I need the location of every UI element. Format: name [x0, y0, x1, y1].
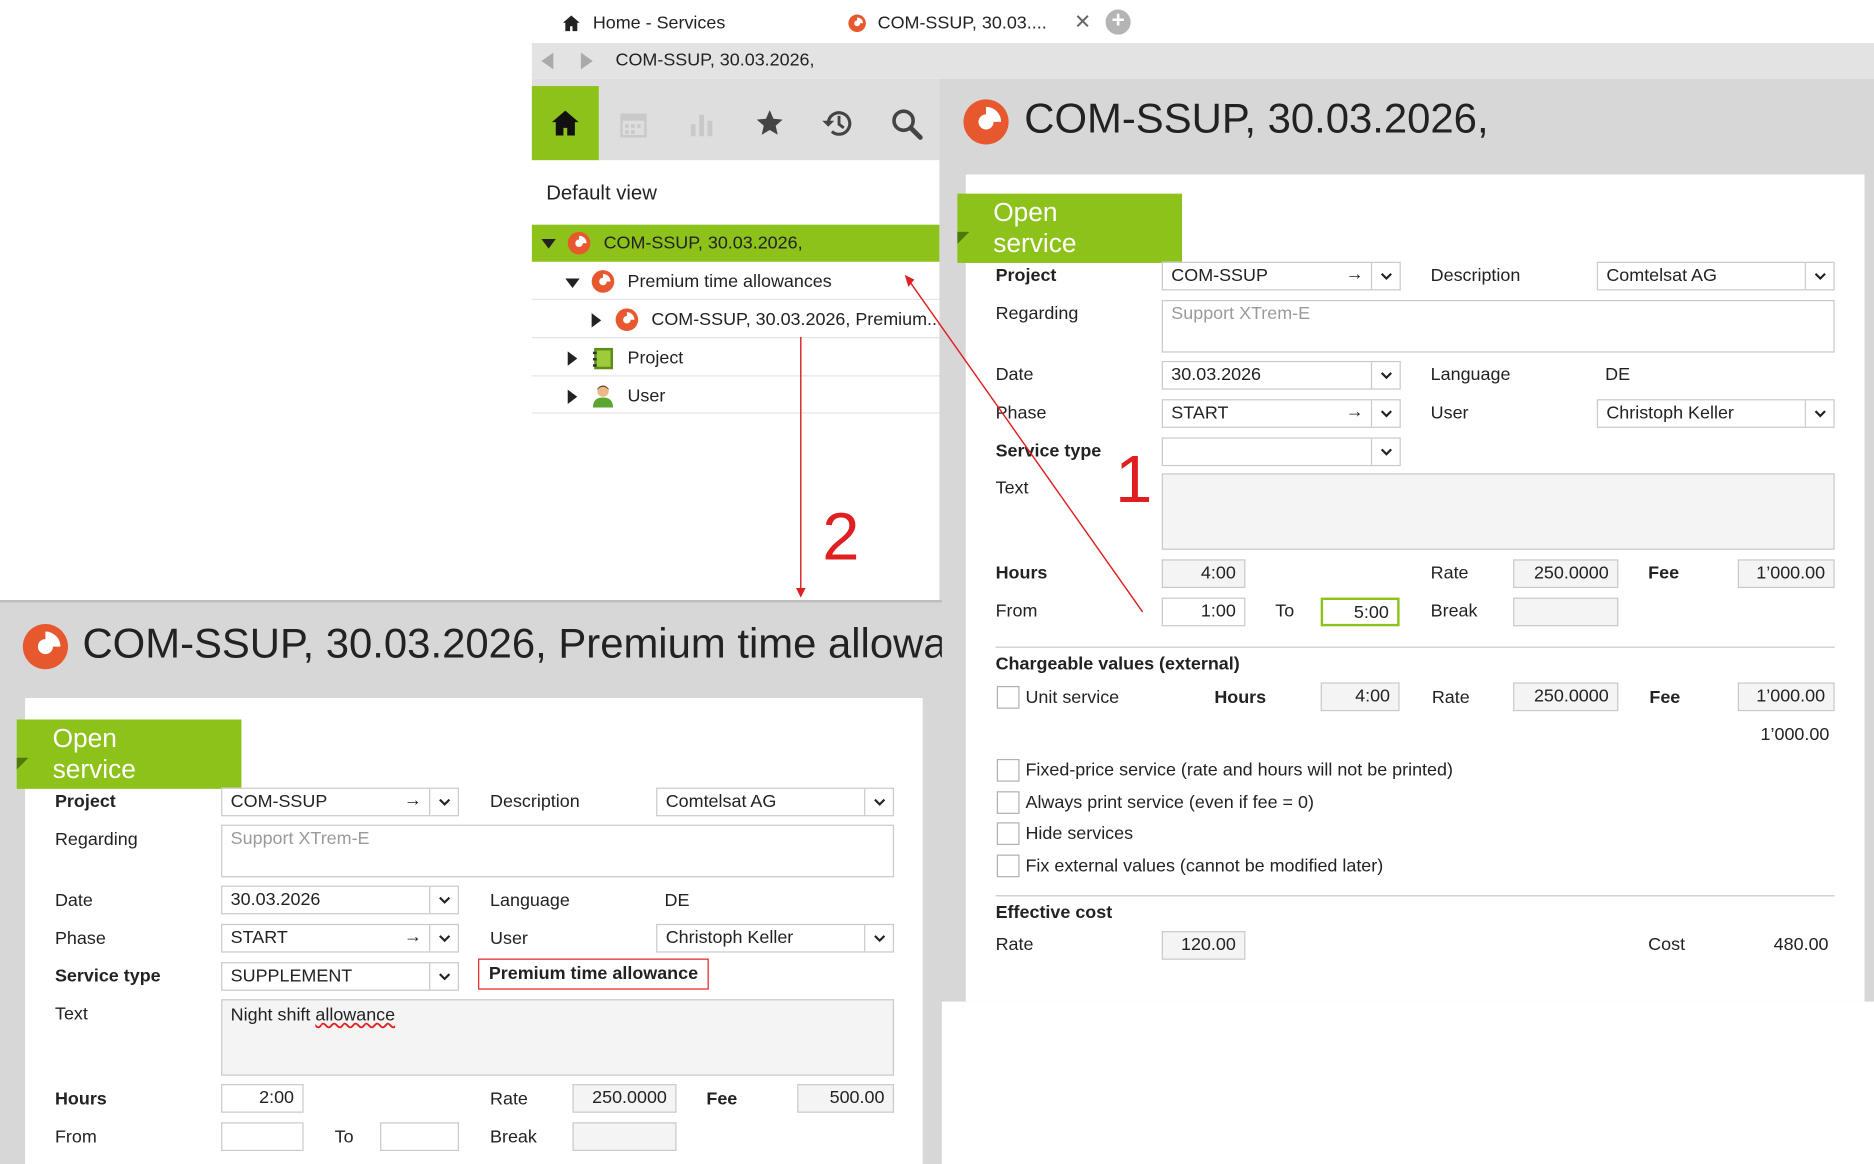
annotation-arrows	[796, 274, 1144, 613]
annotation-number-1: 1	[1115, 441, 1153, 517]
annotation-arrowhead-2	[796, 588, 806, 598]
annotation-line-1	[907, 279, 1144, 613]
annotation-number-2: 2	[822, 498, 860, 574]
